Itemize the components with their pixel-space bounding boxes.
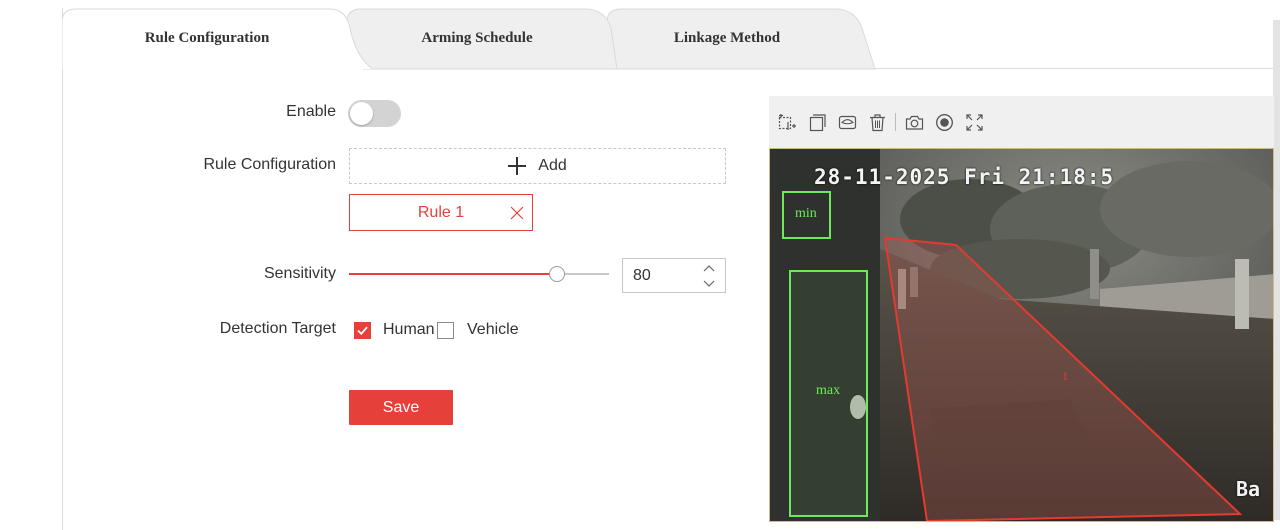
tab-arming-schedule[interactable]: Arming Schedule [347,8,617,70]
tab-arming-schedule-label: Arming Schedule [421,30,533,46]
sensitivity-label: Sensitivity [263,265,336,282]
delete-icon[interactable] [868,113,887,132]
toggle-knob [350,102,373,125]
osd-channel-name: Ba [1236,477,1261,501]
close-icon[interactable] [510,206,524,220]
min-box-label: min [795,206,817,221]
slider-fill [349,273,557,275]
add-rule-button[interactable]: Add [349,148,726,184]
fullscreen-icon[interactable] [965,113,984,132]
detection-target-label: Detection Target [219,320,336,337]
draw-max-size-icon[interactable] [808,113,827,132]
tab-rule-configuration[interactable]: Rule Configuration [62,8,372,70]
add-rule-label: Add [538,157,567,174]
enable-label: Enable [286,103,336,120]
checkmark-icon [357,326,368,336]
vehicle-label: Vehicle [467,321,519,338]
toolbar-separator [895,113,896,131]
tab-linkage-method[interactable]: Linkage Method [607,8,877,70]
max-box-label: max [816,383,841,398]
sensitivity-input[interactable]: 80 [622,258,726,293]
human-label: Human [383,321,435,338]
record-icon[interactable] [935,113,954,132]
plus-icon [508,157,527,175]
tab-rule-configuration-label: Rule Configuration [144,30,270,46]
tab-linkage-method-label: Linkage Method [673,30,781,46]
video-feed[interactable]: 1 28-11-2025 Fri 21:18:5 Ba min max [769,148,1274,522]
stepper-arrows-icon[interactable] [703,264,715,288]
zone-label: 1 [1062,369,1068,383]
sensitivity-value: 80 [633,266,651,284]
save-button[interactable]: Save [349,390,453,425]
draw-area-icon[interactable] [778,113,797,132]
camera-image: 1 [770,149,1273,521]
sensitivity-slider[interactable] [349,266,609,282]
draw-min-size-icon[interactable] [838,113,857,132]
rule-item-label: Rule 1 [417,203,465,221]
enable-toggle[interactable] [348,100,401,127]
human-checkbox[interactable] [354,322,371,339]
vehicle-checkbox[interactable] [437,322,454,339]
rule-configuration-label: Rule Configuration [203,156,336,173]
osd-datetime: 28-11-2025 Fri 21:18:5 [814,165,1115,189]
scrollbar[interactable] [1273,20,1280,520]
rule-item[interactable]: Rule 1 [349,194,533,231]
slider-thumb[interactable] [549,266,565,282]
snapshot-icon[interactable] [905,113,924,132]
tab-bar: Linkage Method Arming Schedule Rule Conf… [62,8,892,70]
